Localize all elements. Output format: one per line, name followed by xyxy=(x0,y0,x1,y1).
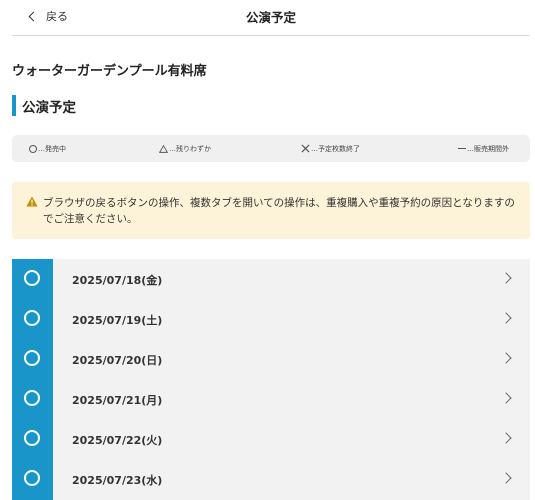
back-button[interactable]: 戻る xyxy=(28,7,68,25)
legend-not-on-sale-label: …販売期間外 xyxy=(467,144,509,153)
chevron-right-icon xyxy=(500,432,512,444)
date-row[interactable]: 2025/07/22(火) xyxy=(12,419,530,459)
warning-triangle-icon xyxy=(26,196,38,207)
date-list: 2025/07/18(金) 2025/07/19(土) 2025/07/20(日… xyxy=(12,259,530,500)
date-row[interactable]: 2025/07/23(水) xyxy=(12,459,530,499)
warning-message: ブラウザの戻るボタンの操作、複数タブを開いての操作は、重複購入や重複予約の原因と… xyxy=(43,197,515,225)
warning-notice: ブラウザの戻るボタンの操作、複数タブを開いての操作は、重複購入や重複予約の原因と… xyxy=(12,182,530,239)
status-cell xyxy=(12,259,53,299)
top-header: 戻る 公演予定 xyxy=(12,0,530,36)
page: 戻る 公演予定 ウォーターガーデンプール有料席 公演予定 …発売中 …残りわずか… xyxy=(0,0,535,500)
available-circle-icon xyxy=(24,470,40,486)
chevron-right-icon xyxy=(500,352,512,364)
available-circle-icon xyxy=(24,310,40,326)
dash-icon xyxy=(458,147,466,150)
legend-available-label: …発売中 xyxy=(38,144,66,153)
available-circle-icon xyxy=(24,430,40,446)
available-circle-icon xyxy=(24,270,40,286)
chevron-right-icon xyxy=(500,312,512,324)
legend-sold-out: …予定枚数終了 xyxy=(301,135,360,162)
available-circle-icon xyxy=(24,390,40,406)
cross-icon xyxy=(301,144,310,153)
date-label: 2025/07/21(月) xyxy=(72,394,163,407)
date-row[interactable]: 2025/07/19(土) xyxy=(12,299,530,339)
status-cell xyxy=(12,459,53,499)
date-label: 2025/07/22(火) xyxy=(72,434,163,447)
legend-few-left-label: …残りわずか xyxy=(169,144,211,153)
legend-sold-out-label: …予定枚数終了 xyxy=(311,144,360,153)
legend-not-on-sale: …販売期間外 xyxy=(458,135,509,162)
status-legend: …発売中 …残りわずか …予定枚数終了 …販売期間外 xyxy=(12,135,530,162)
available-circle-icon xyxy=(24,350,40,366)
date-row[interactable]: 2025/07/18(金) xyxy=(12,259,530,299)
section-title: 公演予定 xyxy=(22,99,76,116)
date-label: 2025/07/18(金) xyxy=(72,274,163,287)
chevron-right-icon xyxy=(500,272,512,284)
date-label: 2025/07/19(土) xyxy=(72,314,163,327)
chevron-right-icon xyxy=(500,392,512,404)
section-accent-bar xyxy=(12,95,16,116)
date-row[interactable]: 2025/07/20(日) xyxy=(12,339,530,379)
page-title: 公演予定 xyxy=(245,10,296,25)
circle-icon xyxy=(29,144,37,153)
status-cell xyxy=(12,379,53,419)
date-label: 2025/07/20(日) xyxy=(72,354,163,367)
venue-title: ウォーターガーデンプール有料席 xyxy=(12,64,207,79)
date-label: 2025/07/23(水) xyxy=(72,474,163,487)
legend-available: …発売中 xyxy=(29,135,66,162)
chevron-left-icon xyxy=(28,11,39,22)
chevron-right-icon xyxy=(500,472,512,484)
status-cell xyxy=(12,299,53,339)
triangle-icon xyxy=(159,144,168,153)
date-row[interactable]: 2025/07/21(月) xyxy=(12,379,530,419)
status-cell xyxy=(12,419,53,459)
back-label: 戻る xyxy=(46,10,68,23)
status-cell xyxy=(12,339,53,379)
section-heading: 公演予定 xyxy=(12,95,76,116)
legend-few-left: …残りわずか xyxy=(159,135,211,162)
